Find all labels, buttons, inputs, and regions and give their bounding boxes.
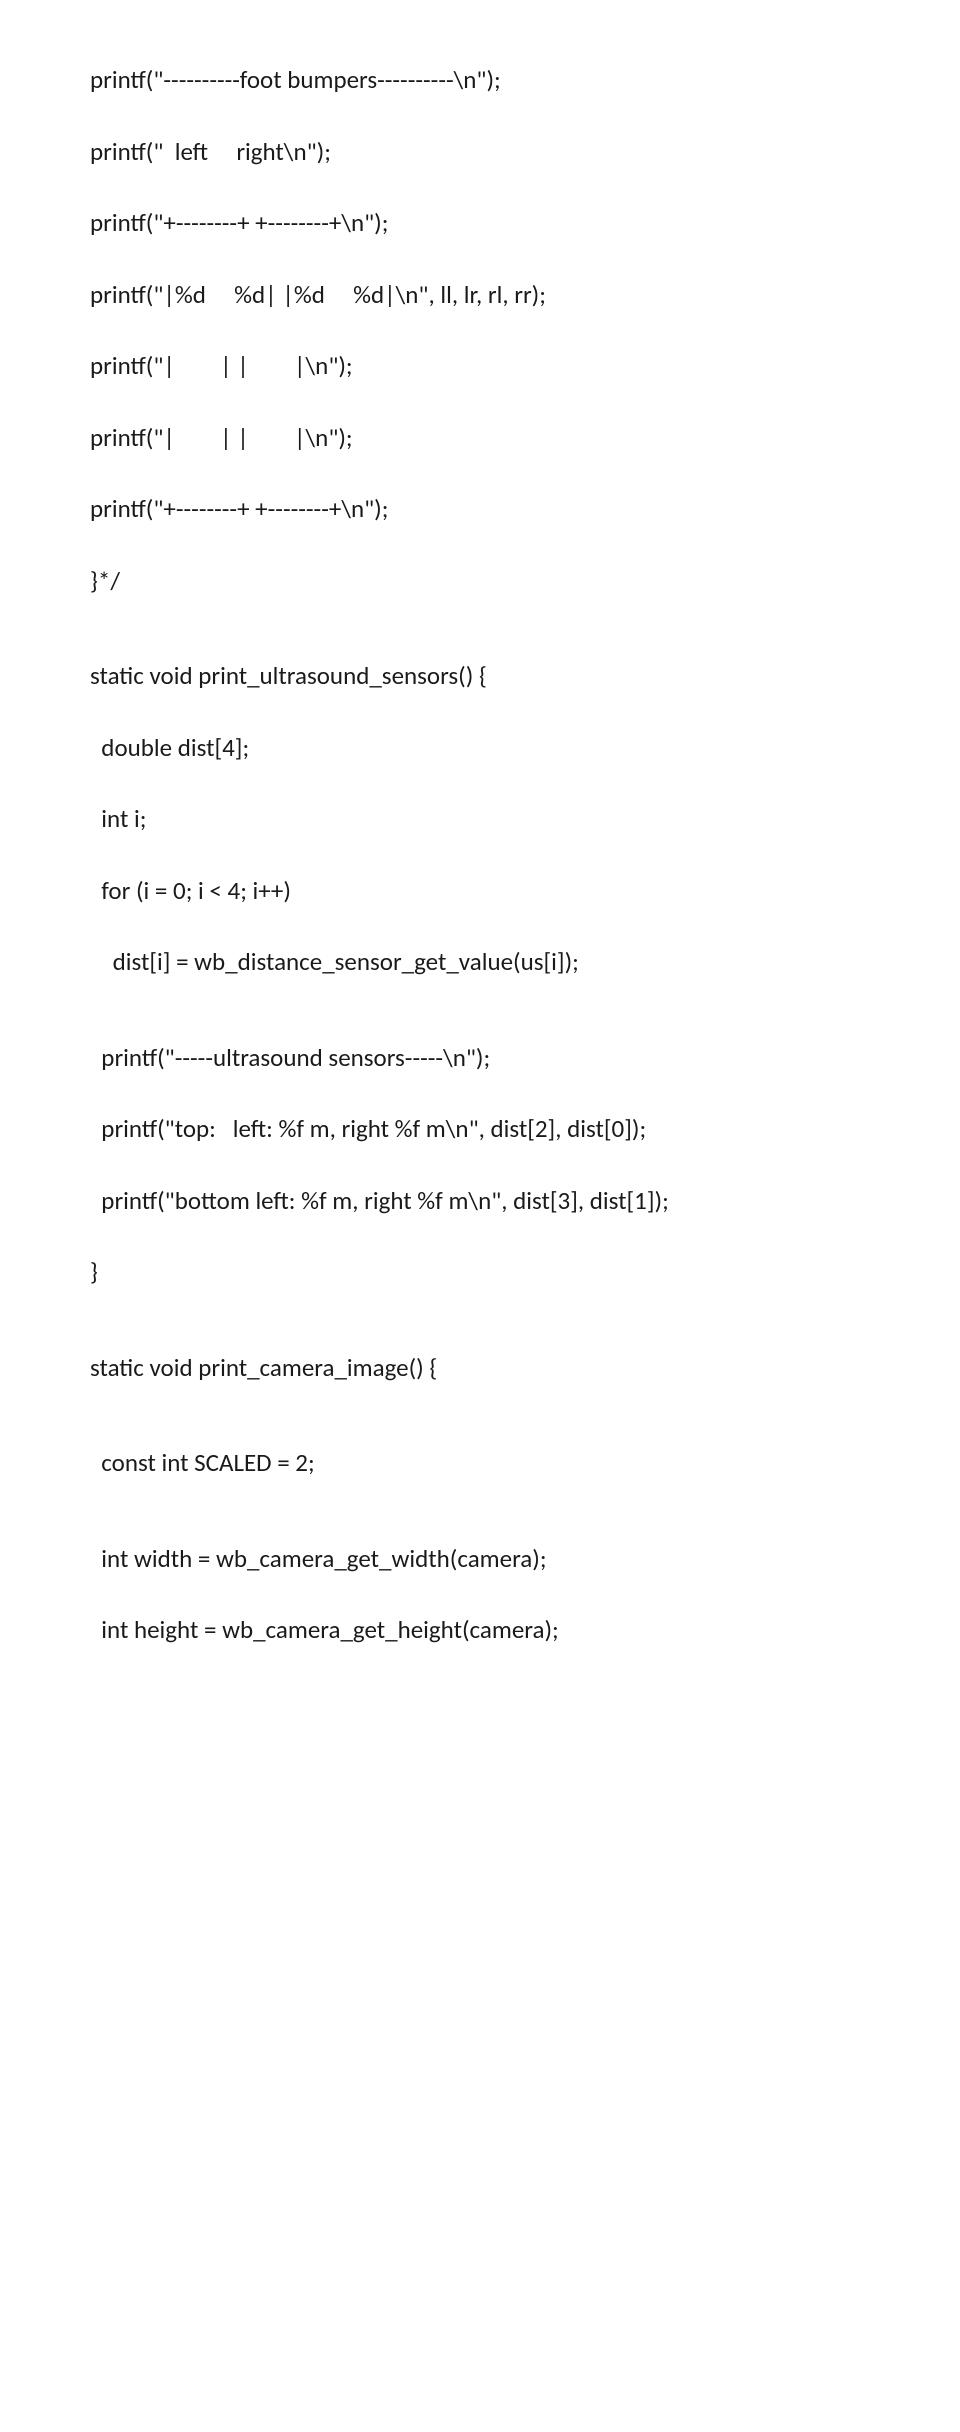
code-line: [90, 1296, 870, 1320]
code-line: double dist[4];: [90, 724, 870, 772]
code-line: [90, 318, 870, 342]
code-line: [90, 1391, 870, 1415]
code-line: static void print_camera_image() {: [90, 1344, 870, 1392]
code-line: [90, 1010, 870, 1034]
document-page: printf("----------foot bumpers----------…: [0, 0, 960, 1714]
code-line: printf("| | | |\n");: [90, 414, 870, 462]
code-line: int i;: [90, 795, 870, 843]
code-line: [90, 461, 870, 485]
code-line: }: [90, 1248, 870, 1296]
code-line: [90, 771, 870, 795]
code-line: int width = wb_camera_get_width(camera);: [90, 1535, 870, 1583]
code-line: static void print_ultrasound_sensors() {: [90, 652, 870, 700]
code-line: [90, 604, 870, 628]
code-line: [90, 1582, 870, 1606]
code-line: [90, 533, 870, 557]
code-line: const int SCALED = 2;: [90, 1439, 870, 1487]
code-line: printf("top: left: %f m, right %f m\n", …: [90, 1105, 870, 1153]
code-line: }*/: [90, 557, 870, 605]
code-line: [90, 843, 870, 867]
code-line: [90, 1511, 870, 1535]
code-line: [90, 1081, 870, 1105]
code-line: [90, 1224, 870, 1248]
code-line: printf("+--------+ +--------+\n");: [90, 485, 870, 533]
code-line: printf("+--------+ +--------+\n");: [90, 199, 870, 247]
code-line: [90, 1153, 870, 1177]
code-line: printf("----------foot bumpers----------…: [90, 56, 870, 104]
code-line: dist[i] = wb_distance_sensor_get_value(u…: [90, 938, 870, 986]
code-line: [90, 1487, 870, 1511]
code-line: printf("| | | |\n");: [90, 342, 870, 390]
code-line: printf("bottom left: %f m, right %f m\n"…: [90, 1177, 870, 1225]
code-line: printf("|%d %d| |%d %d|\n", ll, lr, rl, …: [90, 271, 870, 319]
code-line: [90, 914, 870, 938]
code-line: [90, 1320, 870, 1344]
code-line: int height = wb_camera_get_height(camera…: [90, 1606, 870, 1654]
code-line: [90, 986, 870, 1010]
code-line: [90, 175, 870, 199]
code-line: printf(" left right\n");: [90, 128, 870, 176]
code-block: printf("----------foot bumpers----------…: [90, 56, 870, 1654]
code-line: [90, 700, 870, 724]
code-line: [90, 247, 870, 271]
code-line: for (i = 0; i < 4; i++): [90, 867, 870, 915]
code-line: [90, 1415, 870, 1439]
code-line: [90, 104, 870, 128]
code-line: printf("-----ultrasound sensors-----\n")…: [90, 1034, 870, 1082]
code-line: [90, 628, 870, 652]
code-line: [90, 390, 870, 414]
